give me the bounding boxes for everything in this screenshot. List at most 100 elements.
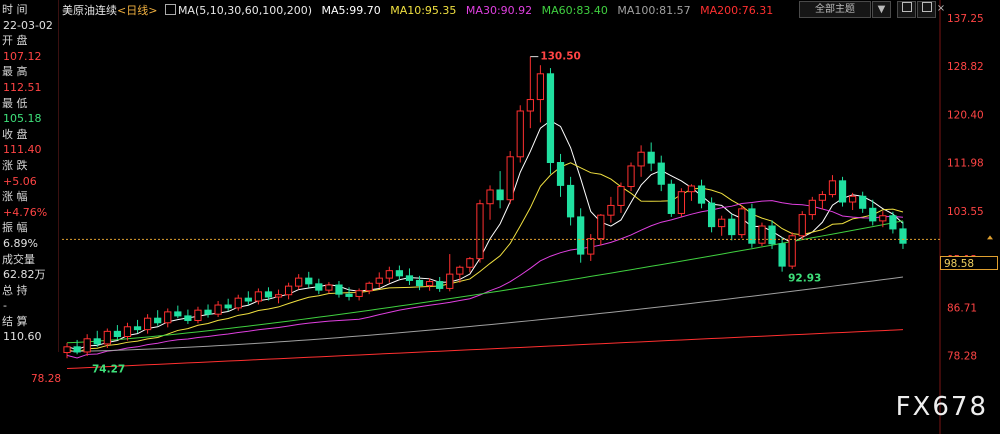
- candle-body-55: [617, 186, 625, 206]
- ma-settings-icon[interactable]: [164, 4, 176, 15]
- current-price-value: 98.58: [944, 258, 975, 270]
- ma200-line: [67, 329, 903, 370]
- ma30-line: [66, 200, 904, 359]
- info-value-6: +4.76%: [3, 205, 48, 219]
- info-label-4: 收 盘: [2, 127, 28, 141]
- candle-body-59: [657, 162, 665, 185]
- candle-body-12: [184, 315, 192, 321]
- candle-body-82: [889, 215, 897, 230]
- candle-body-81: [879, 215, 887, 222]
- candle-body-34: [405, 275, 414, 281]
- candle-body-29: [355, 290, 363, 297]
- instrument-title: 美原油连续: [62, 4, 117, 17]
- high-annotation: 130.50: [540, 51, 581, 63]
- info-label-10: 结 算: [2, 314, 28, 328]
- candle-body-30: [365, 282, 373, 292]
- candle-body-25: [315, 283, 323, 291]
- candle-body-13: [194, 309, 202, 321]
- settings-icon: [901, 2, 912, 12]
- ma10-line: [66, 162, 904, 353]
- candle-body-69: [758, 225, 766, 244]
- candle-body-37: [436, 281, 444, 289]
- candle-body-66: [728, 218, 736, 236]
- info-label-3: 最 低: [2, 96, 28, 110]
- candle-body-38: [446, 273, 454, 289]
- candle-body-5: [113, 330, 122, 338]
- info-value-1: 107.12: [3, 49, 42, 63]
- candle-body-74: [808, 199, 816, 216]
- theme-select-button[interactable]: 全部主题: [799, 1, 871, 18]
- price-axis-tick-7: 78.28: [947, 351, 977, 363]
- price-axis-tick-3: 111.98: [947, 158, 984, 170]
- candle-body-51: [577, 216, 585, 255]
- close-button[interactable]: ×: [936, 1, 946, 16]
- candle-body-3: [93, 338, 101, 345]
- price-axis-tick-6: 86.71: [947, 302, 977, 314]
- candle-body-67: [738, 208, 746, 236]
- candle-body-76: [828, 180, 837, 196]
- candle-body-35: [415, 279, 424, 287]
- candle-body-49: [556, 162, 565, 186]
- info-value-0: 22-03-02: [3, 18, 53, 32]
- candle-body-63: [697, 185, 706, 204]
- chart-tools-button[interactable]: [917, 1, 936, 18]
- candle-body-0: [63, 346, 71, 354]
- candle-body-9: [154, 317, 162, 324]
- candle-body-62: [687, 185, 696, 193]
- candle-body-58: [647, 151, 655, 164]
- candle-body-11: [174, 311, 182, 317]
- candle-body-70: [768, 225, 776, 245]
- candle-body-20: [264, 291, 273, 298]
- theme-dropdown-caret[interactable]: ▼: [872, 1, 891, 18]
- chart-settings-button[interactable]: [897, 1, 916, 18]
- ma-value-2: MA30:90.92: [462, 4, 533, 17]
- ma5-line: [66, 120, 904, 350]
- candle-body-14: [204, 309, 212, 315]
- info-label-2: 最 高: [2, 65, 28, 79]
- candle-body-71: [778, 243, 786, 267]
- ma-params: MA(5,10,30,60,100,200): [177, 4, 312, 17]
- low-annotation-2: 74.27: [92, 364, 125, 376]
- candle-body-43: [496, 189, 504, 201]
- info-label-8: 成交量: [2, 252, 35, 266]
- info-value-7: 6.89%: [3, 236, 38, 250]
- candle-body-65: [718, 218, 726, 228]
- candle-body-19: [254, 291, 263, 302]
- candle-body-42: [486, 189, 494, 205]
- info-value-10: 110.60: [3, 330, 42, 344]
- candle-body-6: [123, 326, 132, 338]
- candle-body-40: [466, 258, 474, 268]
- candle-body-28: [345, 293, 353, 297]
- candle-body-18: [244, 297, 252, 302]
- candle-body-73: [798, 214, 806, 237]
- candle-body-8: [143, 317, 152, 331]
- period-label[interactable]: <日线>: [117, 4, 157, 17]
- left-axis-label: 78.28: [31, 373, 62, 385]
- candle-body-31: [375, 277, 383, 284]
- candle-body-10: [164, 311, 172, 324]
- candlestick-chart[interactable]: 137.25128.82120.40111.98103.5595.1386.71…: [0, 0, 1000, 434]
- close-icon: ×: [936, 3, 946, 14]
- info-label-5: 涨 跌: [2, 158, 28, 172]
- candle-body-68: [748, 208, 756, 244]
- futures-chart-window: 137.25128.82120.40111.98103.5595.1386.71…: [0, 0, 1000, 434]
- candle-body-1: [73, 346, 81, 353]
- candle-body-21: [274, 294, 283, 298]
- candle-body-47: [536, 73, 545, 101]
- info-value-9: -: [3, 299, 7, 313]
- candle-body-41: [476, 203, 484, 260]
- candle-body-78: [848, 195, 857, 203]
- info-value-3: 105.18: [3, 112, 42, 126]
- candle-body-45: [516, 110, 524, 158]
- candle-body-2: [83, 338, 91, 353]
- ma-value-4: MA100:81.57: [613, 4, 691, 17]
- candle-body-15: [214, 304, 222, 315]
- low-annotation-1: 92.93: [788, 273, 821, 285]
- candle-body-32: [385, 270, 393, 279]
- candle-body-36: [425, 281, 434, 287]
- ma60-line: [67, 220, 904, 344]
- candle-body-61: [677, 191, 686, 214]
- candle-body-56: [627, 165, 635, 188]
- candle-body-23: [295, 277, 303, 287]
- candle-body-75: [818, 194, 827, 201]
